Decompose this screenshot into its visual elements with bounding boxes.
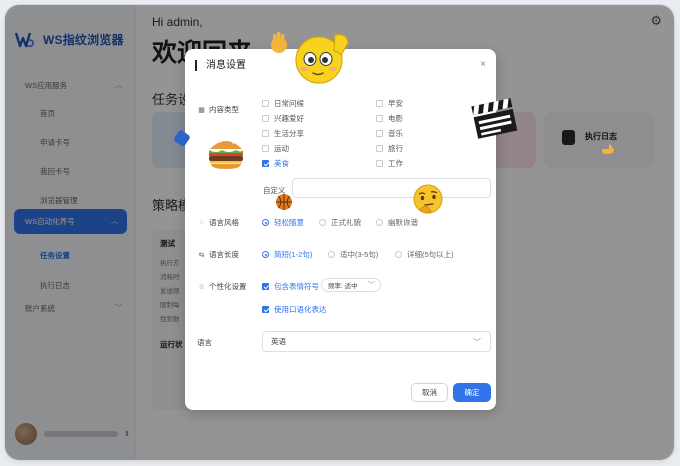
content-type-label: ▦ 内容类型 <box>198 105 239 114</box>
radio-humorous[interactable]: 幽默诙谐 <box>376 217 418 228</box>
language-select[interactable]: 英语 ﹀ <box>262 331 491 352</box>
checkbox-movies[interactable]: 电影 <box>376 113 403 124</box>
burger-icon <box>209 138 243 169</box>
close-icon[interactable]: × <box>480 59 486 70</box>
checkbox-life-sharing[interactable]: 生活分享 <box>262 128 304 139</box>
dialog-title: 消息设置 <box>195 60 246 71</box>
radio-detailed[interactable]: 详细(5句以上) <box>395 249 454 260</box>
chevron-down-icon: ﹀ <box>473 338 481 347</box>
message-settings-dialog: 消息设置 × ▦ 内容类型 日常问候 早安 兴趣爱好 电影 生活分享 音乐 运动… <box>185 49 496 410</box>
waving-hand-icon <box>271 32 287 53</box>
checkbox-travel[interactable]: 旅行 <box>376 143 403 154</box>
radio-medium[interactable]: 适中(3-5句) <box>328 249 378 260</box>
radio-casual[interactable]: 轻松随意 <box>262 217 304 228</box>
style-label: ◌ 语言风格 <box>197 217 239 228</box>
checkbox-hobbies[interactable]: 兴趣爱好 <box>262 113 304 124</box>
language-label: 语言 <box>197 338 212 347</box>
length-label: ⇆ 语言长度 <box>198 250 239 259</box>
task-card-icon <box>174 130 190 147</box>
radio-short[interactable]: 简短(1-2句) <box>262 249 312 260</box>
salute-emoji-icon <box>295 34 349 84</box>
chat-bubble-icon: ◌ <box>199 219 204 226</box>
checkbox-colloquial[interactable]: 使用口语化表达 <box>262 304 327 315</box>
chevron-down-icon: ﹀ <box>368 282 375 289</box>
swap-icon: ⇆ <box>198 251 205 259</box>
app-window: WS指纹浏览器 WS应用服务 ︿ 首页 申请卡号 我回卡号 浏览器管理 WS自动… <box>5 5 674 460</box>
clapperboard-icon <box>471 98 518 139</box>
checkbox-include-emoji[interactable]: 包含表情符号 <box>262 281 319 292</box>
emoji-frequency-select[interactable]: 频率: 适中 ﹀ <box>321 278 381 292</box>
basketball-icon <box>276 194 292 210</box>
personalize-label: ☆ 个性化设置 <box>198 282 247 291</box>
checkbox-work[interactable]: 工作 <box>376 158 403 169</box>
confirm-button[interactable]: 确定 <box>453 383 491 402</box>
checkbox-daily-greeting[interactable]: 日常问候 <box>262 98 304 109</box>
cancel-button[interactable]: 取消 <box>411 383 448 402</box>
star-icon: ☆ <box>198 283 205 291</box>
checkbox-good-morning[interactable]: 早安 <box>376 98 403 109</box>
thinking-emoji-icon <box>413 184 443 214</box>
checkbox-sports[interactable]: 运动 <box>262 143 289 154</box>
grid-icon: ▦ <box>198 106 205 114</box>
custom-type-input[interactable] <box>292 178 491 198</box>
checkbox-music[interactable]: 音乐 <box>376 128 403 139</box>
radio-formal[interactable]: 正式礼貌 <box>319 217 361 228</box>
pointing-hand-icon <box>602 144 614 154</box>
checkbox-food[interactable]: 美食 <box>262 158 289 169</box>
